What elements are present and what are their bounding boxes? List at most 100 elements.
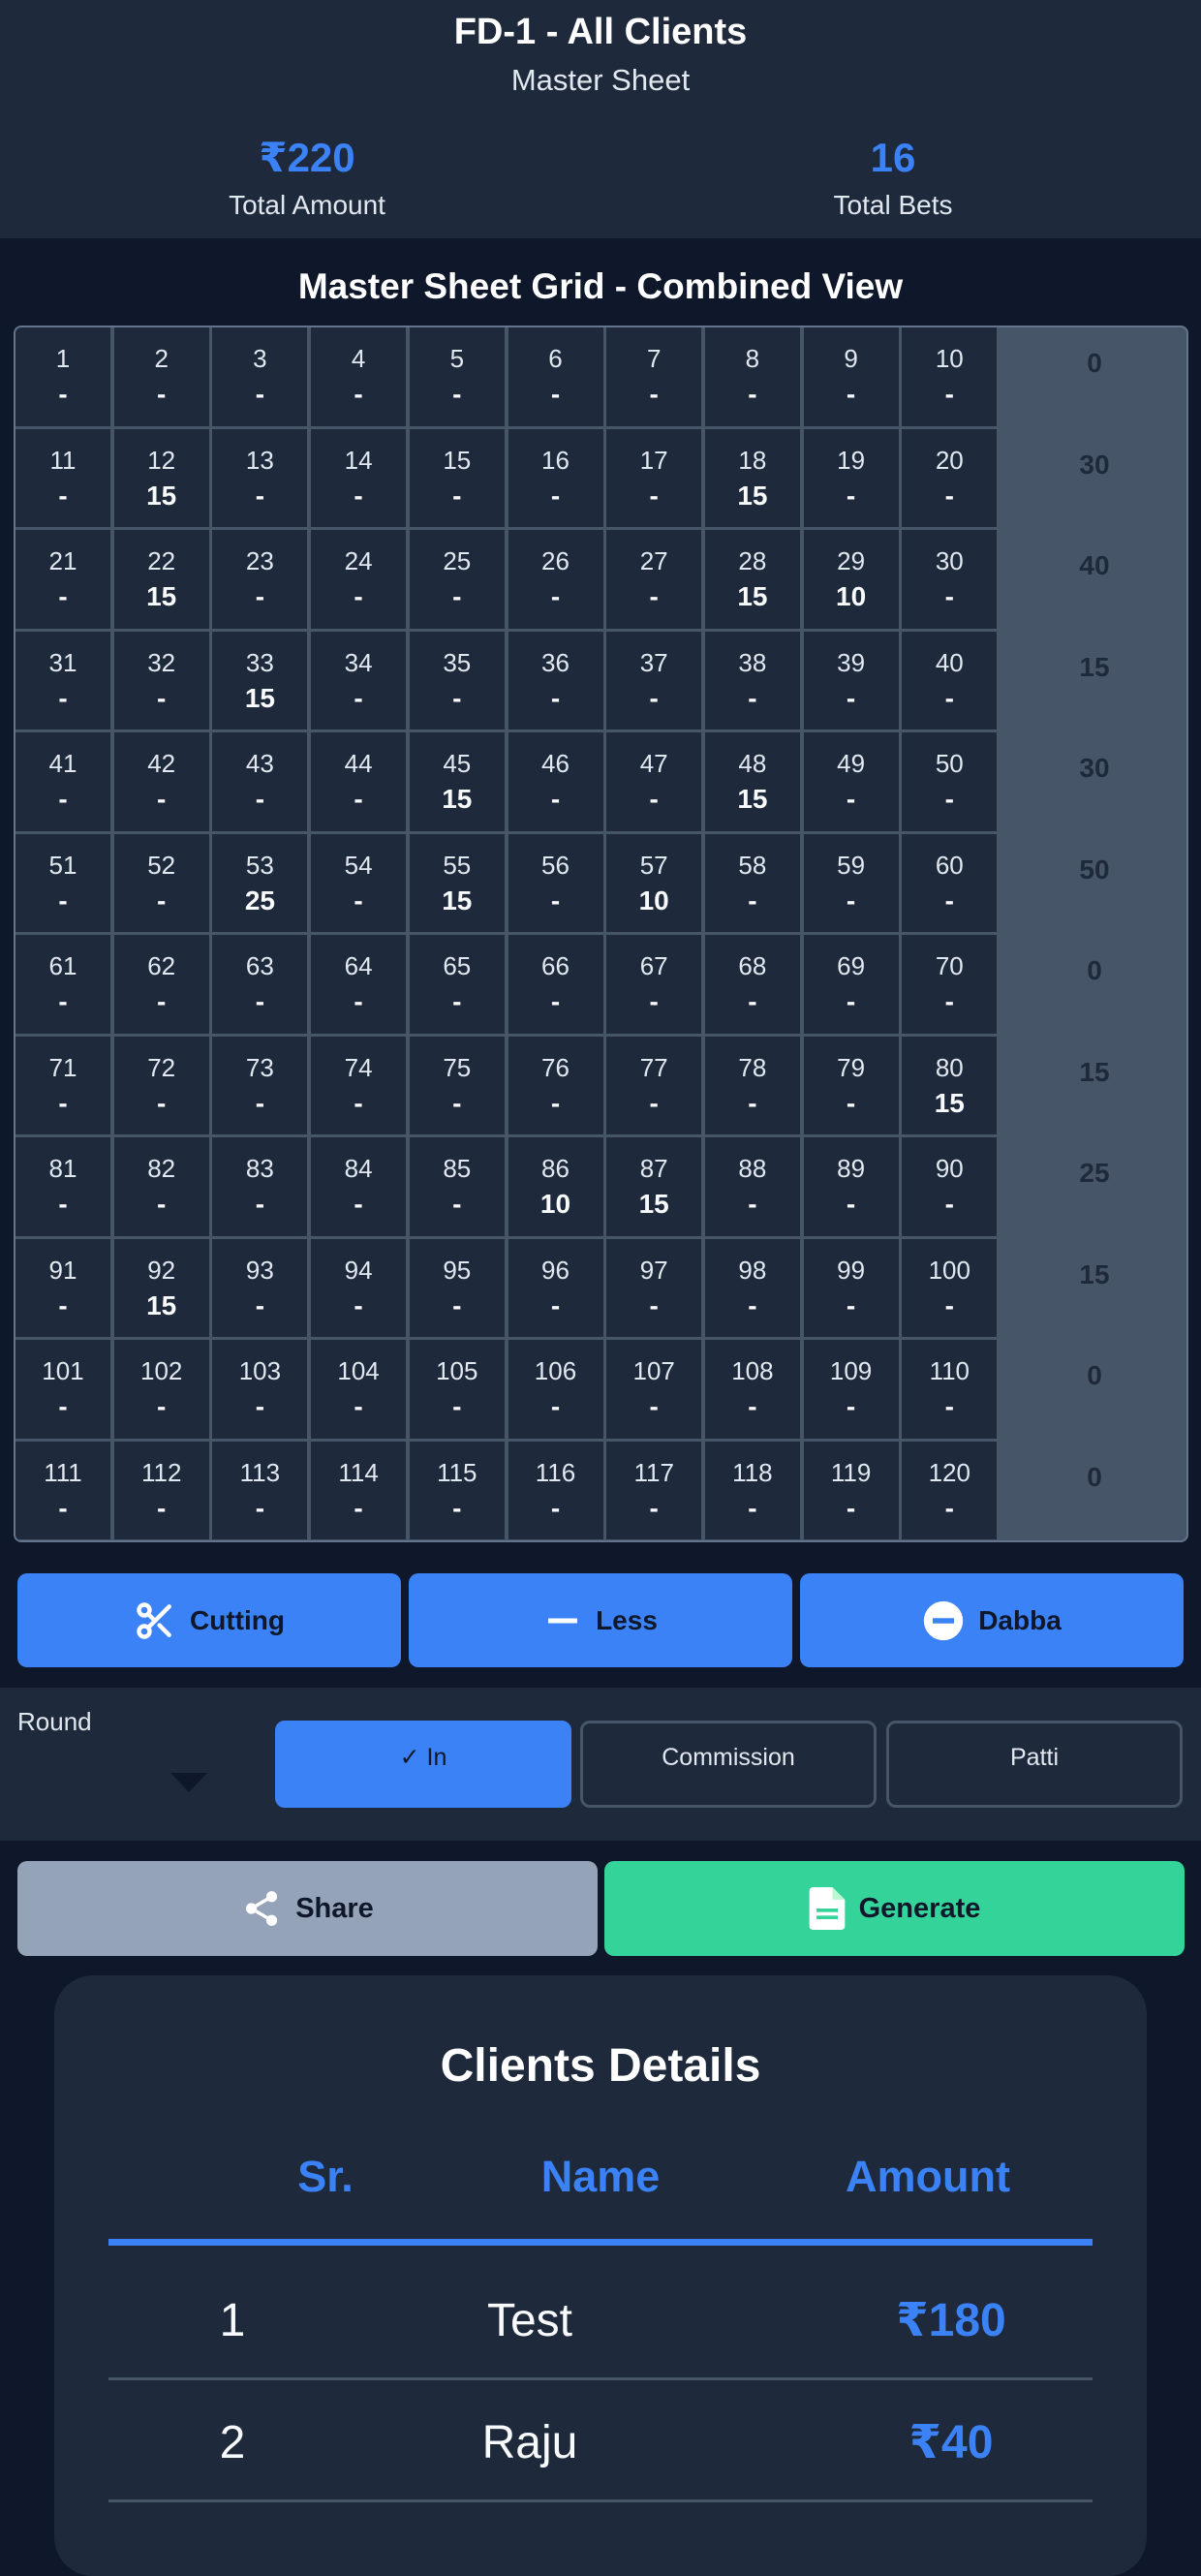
grid-cell[interactable]: 36 - [508,631,606,732]
grid-cell[interactable]: 70 - [902,935,1001,1037]
grid-cell[interactable]: 22 15 [113,530,212,632]
grid-cell[interactable]: 91 - [15,1238,113,1340]
grid-cell[interactable]: 29 10 [803,530,902,632]
grid-cell[interactable]: 117 - [606,1441,705,1540]
grid-cell[interactable]: 119 - [803,1441,902,1540]
grid-cell[interactable]: 9- [803,327,902,429]
grid-cell[interactable]: 96 - [508,1238,606,1340]
grid-cell[interactable]: 102 - [113,1340,212,1442]
grid-cell[interactable]: 95 - [409,1238,508,1340]
grid-cell[interactable]: 62 - [113,935,212,1037]
grid-cell[interactable]: 14 - [311,428,410,530]
grid-cell[interactable]: 60 - [902,833,1001,935]
grid-cell[interactable]: 13 - [212,428,311,530]
grid-cell[interactable]: 82 - [113,1137,212,1239]
grid-cell[interactable]: 1- [15,327,113,429]
grid-cell[interactable]: 40 - [902,631,1001,732]
grid-cell[interactable]: 2- [113,327,212,429]
grid-cell[interactable]: 90 - [902,1137,1001,1239]
grid-cell[interactable]: 104 - [311,1340,410,1442]
grid-cell[interactable]: 23 - [212,530,311,632]
grid-cell[interactable]: 6- [508,327,606,429]
grid-cell[interactable]: 34 - [311,631,410,732]
grid-cell[interactable]: 115 - [409,1441,508,1540]
round-option-in[interactable]: ✓ In [275,1721,571,1808]
grid-cell[interactable]: 28 15 [704,530,803,632]
grid-cell[interactable]: 61 - [15,935,113,1037]
grid-cell[interactable]: 24 - [311,530,410,632]
grid-cell[interactable]: 3- [212,327,311,429]
grid-cell[interactable]: 63 - [212,935,311,1037]
grid-cell[interactable]: 65 - [409,935,508,1037]
grid-cell[interactable]: 51 - [15,833,113,935]
grid-cell[interactable]: 88 - [704,1137,803,1239]
grid-cell[interactable]: 93 - [212,1238,311,1340]
grid-cell[interactable]: 15 - [409,428,508,530]
grid-cell[interactable]: 33 15 [212,631,311,732]
grid-cell[interactable]: 45 15 [409,732,508,834]
grid-cell[interactable]: 77 - [606,1036,705,1137]
grid-cell[interactable]: 38 - [704,631,803,732]
grid-cell[interactable]: 103 - [212,1340,311,1442]
grid-cell[interactable]: 56 - [508,833,606,935]
grid-cell[interactable]: 92 15 [113,1238,212,1340]
grid-cell[interactable]: 74 - [311,1036,410,1137]
grid-cell[interactable]: 86 10 [508,1137,606,1239]
grid-cell[interactable]: 16 - [508,428,606,530]
grid-cell[interactable]: 59 - [803,833,902,935]
grid-cell[interactable]: 47 - [606,732,705,834]
grid-cell[interactable]: 112 - [113,1441,212,1540]
grid-cell[interactable]: 31 - [15,631,113,732]
grid-cell[interactable]: 76 - [508,1036,606,1137]
grid-cell[interactable]: 52 - [113,833,212,935]
grid-cell[interactable]: 50 - [902,732,1001,834]
grid-cell[interactable]: 27 - [606,530,705,632]
grid-cell[interactable]: 101 - [15,1340,113,1442]
grid-cell[interactable]: 43 - [212,732,311,834]
grid-cell[interactable]: 19 - [803,428,902,530]
grid-cell[interactable]: 42 - [113,732,212,834]
less-button[interactable]: Less [409,1573,792,1667]
share-button[interactable]: Share [17,1861,598,1956]
grid-cell[interactable]: 84 - [311,1137,410,1239]
grid-cell[interactable]: 108 - [704,1340,803,1442]
grid-cell[interactable]: 87 15 [606,1137,705,1239]
caret-down-icon[interactable] [170,1773,207,1794]
grid-cell[interactable]: 85 - [409,1137,508,1239]
grid-cell[interactable]: 4- [311,327,410,429]
grid-cell[interactable]: 5- [409,327,508,429]
grid-cell[interactable]: 57 10 [606,833,705,935]
grid-cell[interactable]: 111 - [15,1441,113,1540]
grid-cell[interactable]: 100 - [902,1238,1001,1340]
grid-cell[interactable]: 48 15 [704,732,803,834]
grid-cell[interactable]: 75 - [409,1036,508,1137]
grid-cell[interactable]: 55 15 [409,833,508,935]
grid-cell[interactable]: 66 - [508,935,606,1037]
grid-cell[interactable]: 97 - [606,1238,705,1340]
grid-cell[interactable]: 18 15 [704,428,803,530]
grid-cell[interactable]: 73 - [212,1036,311,1137]
grid-cell[interactable]: 118 - [704,1441,803,1540]
grid-cell[interactable]: 106 - [508,1340,606,1442]
grid-cell[interactable]: 39 - [803,631,902,732]
grid-cell[interactable]: 79 - [803,1036,902,1137]
grid-cell[interactable]: 8- [704,327,803,429]
grid-cell[interactable]: 32 - [113,631,212,732]
grid-cell[interactable]: 72 - [113,1036,212,1137]
grid-cell[interactable]: 114 - [311,1441,410,1540]
grid-cell[interactable]: 54 - [311,833,410,935]
grid-cell[interactable]: 17 - [606,428,705,530]
grid-cell[interactable]: 98 - [704,1238,803,1340]
grid-cell[interactable]: 11 - [15,428,113,530]
grid-cell[interactable]: 80 15 [902,1036,1001,1137]
grid-cell[interactable]: 110 - [902,1340,1001,1442]
round-option-patti[interactable]: Patti [886,1721,1183,1808]
grid-cell[interactable]: 67 - [606,935,705,1037]
grid-cell[interactable]: 120 - [902,1441,1001,1540]
grid-cell[interactable]: 41 - [15,732,113,834]
grid-cell[interactable]: 78 - [704,1036,803,1137]
grid-cell[interactable]: 83 - [212,1137,311,1239]
grid-cell[interactable]: 64 - [311,935,410,1037]
grid-cell[interactable]: 7- [606,327,705,429]
grid-cell[interactable]: 35 - [409,631,508,732]
